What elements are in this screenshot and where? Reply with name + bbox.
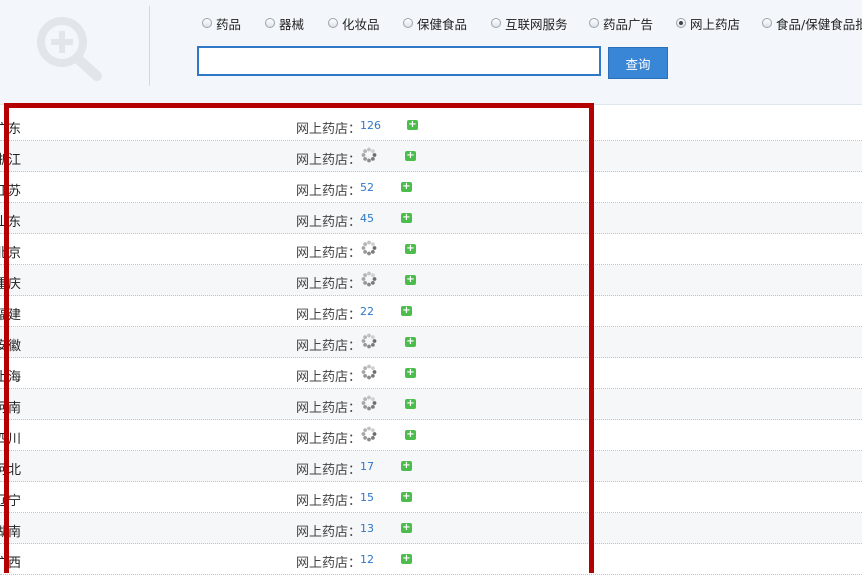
- radio-label: 网上药店: [690, 16, 741, 32]
- radio-option[interactable]: 化妆品: [328, 14, 380, 32]
- radio-circle-icon[interactable]: [491, 18, 501, 28]
- search-header: 药品 器械 化妆品 保健食品 互联网服务 药品广告 网上药店 食品/保健食品批 查询: [0, 0, 862, 105]
- radio-label: 器械: [279, 16, 305, 32]
- radio-circle-icon[interactable]: [202, 18, 212, 28]
- radio-circle-icon[interactable]: [589, 18, 599, 28]
- highlight-box: [4, 103, 594, 573]
- category-radio-group: 药品 器械 化妆品 保健食品 互联网服务 药品广告 网上药店 食品/保健食品批: [202, 14, 862, 34]
- radio-label: 互联网服务: [505, 16, 568, 32]
- radio-label: 保健食品: [417, 16, 468, 32]
- radio-circle-icon[interactable]: [762, 18, 772, 28]
- radio-label: 药品: [216, 16, 242, 32]
- radio-circle-icon[interactable]: [265, 18, 275, 28]
- radio-option[interactable]: 药品广告: [589, 14, 653, 32]
- radio-label: 食品/保健食品批: [776, 16, 862, 32]
- radio-option[interactable]: 网上药店: [676, 14, 740, 32]
- radio-option[interactable]: 保健食品: [403, 14, 467, 32]
- header-divider: [149, 6, 150, 86]
- search-input[interactable]: [197, 46, 601, 76]
- radio-option[interactable]: 互联网服务: [491, 14, 568, 32]
- zoom-in-magnifier-icon: [37, 17, 102, 81]
- search-button[interactable]: 查询: [608, 47, 668, 79]
- radio-option[interactable]: 药品: [202, 14, 241, 32]
- radio-circle-icon[interactable]: [328, 18, 338, 28]
- radio-circle-icon[interactable]: [676, 18, 686, 28]
- radio-circle-icon[interactable]: [403, 18, 413, 28]
- radio-option[interactable]: 食品/保健食品批: [762, 14, 862, 32]
- radio-label: 化妆品: [342, 16, 380, 32]
- radio-option[interactable]: 器械: [265, 14, 304, 32]
- radio-label: 药品广告: [603, 16, 654, 32]
